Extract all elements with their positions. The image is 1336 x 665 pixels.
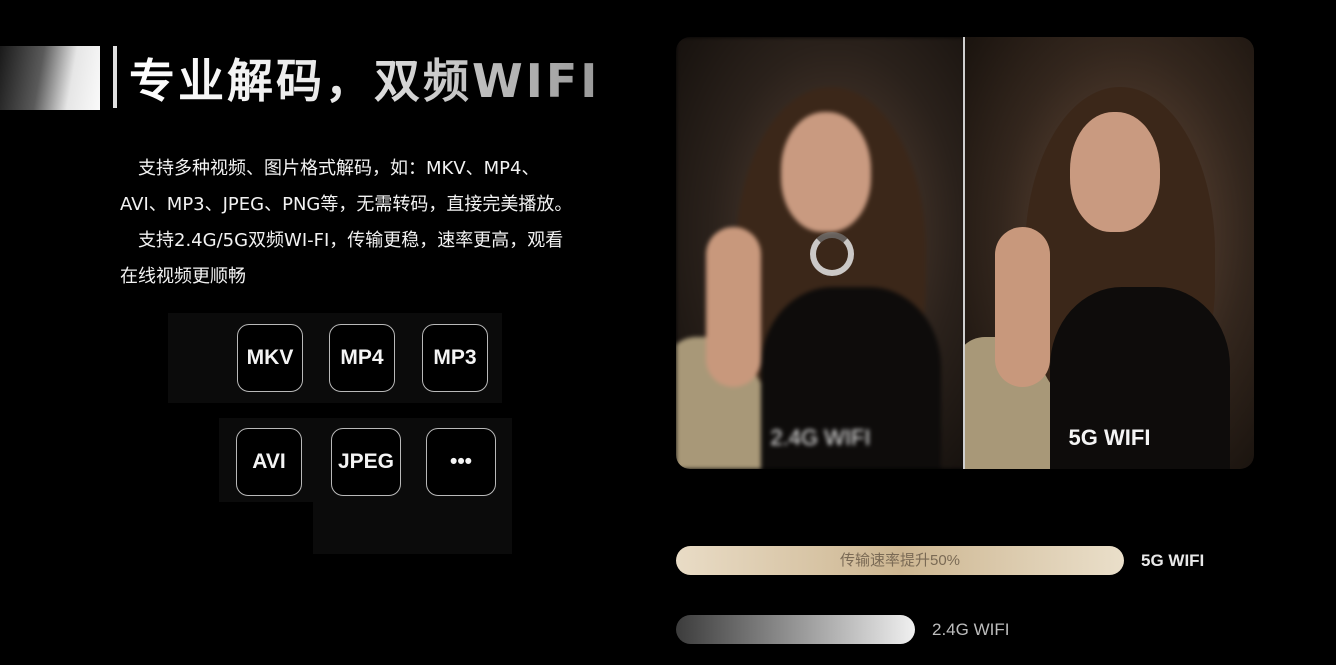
- format-row-background: [313, 498, 512, 554]
- speed-bar-5g-text: 传输速率提升50%: [839, 552, 961, 569]
- label-2-4g: 2.4G WIFI: [770, 425, 871, 450]
- description-line: 支持2.4G/5G双频WI-FI，传输更稳，速率更高，观看: [120, 230, 564, 251]
- face-shape: [1070, 112, 1160, 232]
- format-tag-mp4: MP4: [329, 324, 395, 392]
- format-tag-avi: AVI: [236, 428, 302, 496]
- title-divider: [113, 46, 117, 108]
- description-line: AVI、MP3、JPEG、PNG等，无需转码，直接完美播放。: [120, 194, 573, 215]
- description: 支持多种视频、图片格式解码，如：MKV、MP4、 AVI、MP3、JPEG、PN…: [120, 151, 620, 295]
- format-tag-more: •••: [426, 428, 496, 496]
- format-tag-jpeg: JPEG: [331, 428, 401, 496]
- speed-bar-2-4g: [676, 615, 915, 644]
- wifi-comparison-image: 2.4G WIFI 5G WIFI: [676, 37, 1254, 469]
- page-title: 专业解码，双频WIFI: [129, 54, 601, 108]
- photo-5g-pane: 5G WIFI: [965, 37, 1254, 469]
- arm-shape: [706, 227, 761, 387]
- description-line: 在线视频更顺畅: [120, 266, 246, 287]
- title-accent-block: [0, 46, 100, 110]
- speed-label-5g: 5G WIFI: [1141, 551, 1205, 570]
- arm-shape: [995, 227, 1050, 387]
- format-tag-mp3: MP3: [422, 324, 488, 392]
- speed-bar-5g: 传输速率提升50%: [676, 546, 1124, 575]
- loading-spinner-icon: [810, 232, 854, 276]
- format-tag-mkv: MKV: [237, 324, 303, 392]
- description-line: 支持多种视频、图片格式解码，如：MKV、MP4、: [120, 158, 540, 179]
- label-5g: 5G WIFI: [1068, 425, 1151, 450]
- comparison-divider: [963, 37, 965, 469]
- speed-label-2-4g: 2.4G WIFI: [932, 620, 1010, 639]
- face-shape: [781, 112, 871, 232]
